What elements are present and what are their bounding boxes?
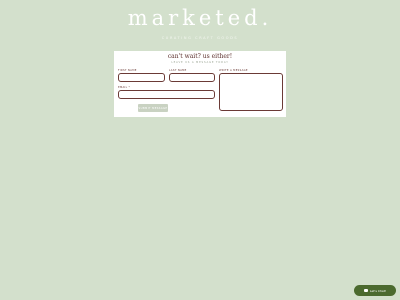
form-title: can't wait? us either! <box>167 53 233 60</box>
chat-bubble-icon <box>363 289 368 292</box>
chat-button[interactable]: Let's Chat! <box>354 285 396 296</box>
brand-tagline: CURATING CRAFT GOODS <box>161 36 239 40</box>
message-label: WRITE A MESSAGE <box>219 69 248 72</box>
submit-button[interactable]: SUBMIT MESSAGE <box>138 104 168 112</box>
email-input[interactable] <box>118 90 215 99</box>
form-subtitle: LEAVE US A MESSAGE TODAY <box>171 61 229 64</box>
last-name-input[interactable] <box>169 73 215 82</box>
email-label: EMAIL * <box>118 86 131 89</box>
first-name-label: FIRST NAME <box>118 69 137 72</box>
contact-form: can't wait? us either! LEAVE US A MESSAG… <box>114 51 286 117</box>
first-name-input[interactable] <box>118 73 165 82</box>
last-name-label: LAST NAME <box>169 69 187 72</box>
brand-logo[interactable]: marketed. <box>0 6 400 30</box>
message-textarea[interactable] <box>219 73 283 111</box>
chat-label: Let's Chat! <box>369 288 387 293</box>
